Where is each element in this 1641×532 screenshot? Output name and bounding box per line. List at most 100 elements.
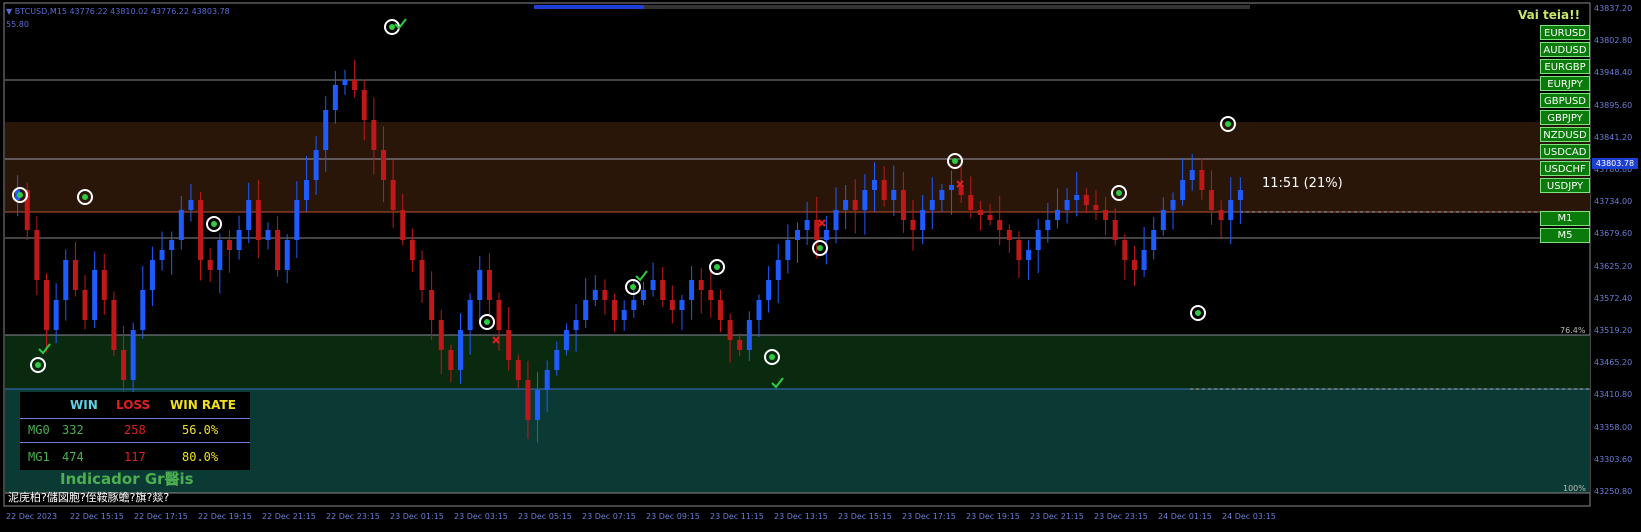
stats-header-winrate: WIN RATE (170, 398, 236, 412)
symbol-button-gbpusd[interactable]: GBPUSD (1540, 93, 1590, 108)
time-axis-label: 23 Dec 01:15 (390, 512, 444, 521)
fib-100-label: 100% (1563, 484, 1586, 493)
candle-body (159, 250, 165, 260)
candle-body (1151, 230, 1157, 250)
timeframe-button-m5[interactable]: M5 (1540, 228, 1590, 243)
candle-body (458, 330, 464, 370)
candle-body (640, 290, 646, 300)
candle-body (987, 215, 993, 220)
stats-divider (20, 442, 250, 443)
candle-body (1035, 230, 1041, 250)
candle-body (554, 350, 560, 370)
candle-body (44, 280, 50, 330)
candle-body (650, 280, 656, 290)
candle-body (332, 85, 338, 110)
candle-body (1093, 205, 1099, 210)
candle-body (1160, 210, 1166, 230)
price-axis-label: 43358.00 (1594, 422, 1633, 432)
stats-panel: WIN LOSS WIN RATE MG0 332 258 56.0% MG1 … (20, 392, 250, 470)
price-axis-label: 43895.60 (1594, 100, 1633, 110)
candle-body (92, 270, 98, 320)
candle-body (371, 120, 377, 150)
candle-body (1189, 170, 1195, 180)
candle-body (294, 200, 300, 240)
stats-divider (20, 418, 250, 419)
candle-body (756, 300, 762, 320)
time-axis-label: 23 Dec 05:15 (518, 512, 572, 521)
candle-body (535, 390, 541, 420)
vai-teia-label: Vai teia!! (1518, 8, 1581, 22)
time-axis-label: 22 Dec 21:15 (262, 512, 316, 521)
candle-body (746, 320, 752, 350)
candle-body (198, 200, 204, 260)
candle-body (409, 240, 415, 260)
candle-body (121, 350, 127, 380)
candle-body (1064, 200, 1070, 210)
candle-body (1103, 210, 1109, 220)
fib-76-label: 76.4% (1560, 326, 1586, 335)
candle-body (698, 280, 704, 290)
time-axis-label: 23 Dec 07:15 (582, 512, 636, 521)
candle-body (284, 240, 290, 270)
symbol-button-nzdusd[interactable]: NZDUSD (1540, 127, 1590, 142)
symbol-button-audusd[interactable]: AUDUSD (1540, 42, 1590, 57)
candle-body (852, 200, 858, 210)
price-axis-label: 43572.40 (1594, 293, 1633, 303)
candle-body (1170, 200, 1176, 210)
candle-body (1237, 190, 1243, 200)
symbol-button-eurjpy[interactable]: EURJPY (1540, 76, 1590, 91)
stats-row-rate: 56.0% (182, 423, 219, 437)
candle-body (794, 230, 800, 240)
price-axis-label: 43841.20 (1594, 132, 1633, 142)
resistance-zone (5, 122, 1590, 212)
indicator-footer-text: 泥庑柏?儲図胞?侄鞍豚蟾?旗?燚? (8, 491, 170, 504)
fib-zone (5, 335, 1590, 389)
candle-body (602, 290, 608, 300)
candle-body (169, 240, 175, 250)
candle-body (843, 200, 849, 210)
candle-body (1054, 210, 1060, 220)
candle-body (1228, 200, 1234, 220)
time-axis-label: 23 Dec 17:15 (902, 512, 956, 521)
price-axis-label: 43948.40 (1594, 68, 1633, 78)
symbol-button-eurusd[interactable]: EURUSD (1540, 25, 1590, 40)
candle-body (592, 290, 598, 300)
candle-body (814, 220, 820, 240)
symbol-button-eurgbp[interactable]: EURGBP (1540, 59, 1590, 74)
candle-body (669, 300, 675, 310)
candle-body (881, 180, 887, 200)
candle-body (323, 110, 329, 150)
price-axis-label: 43303.60 (1594, 454, 1633, 464)
symbol-button-usdchf[interactable]: USDCHF (1540, 161, 1590, 176)
time-axis-label: 23 Dec 13:15 (774, 512, 828, 521)
candle-body (660, 280, 666, 300)
time-axis-label: 24 Dec 03:15 (1222, 512, 1276, 521)
candle-body (631, 300, 637, 310)
time-axis-label: 22 Dec 19:15 (198, 512, 252, 521)
symbol-button-usdjpy[interactable]: USDJPY (1540, 178, 1590, 193)
candle-body (775, 260, 781, 280)
price-axis-label: 43837.20 (1594, 4, 1633, 13)
stats-row-rate: 80.0% (182, 450, 219, 464)
candle-body (82, 290, 88, 320)
candle-body (968, 195, 974, 210)
candle-body (920, 210, 926, 230)
symbol-button-usdcad[interactable]: USDCAD (1540, 144, 1590, 159)
time-axis-label: 23 Dec 09:15 (646, 512, 700, 521)
candle-body (872, 180, 878, 190)
timeframe-button-m1[interactable]: M1 (1540, 211, 1590, 226)
candle-body (1026, 250, 1032, 260)
symbol-button-gbpjpy[interactable]: GBPJPY (1540, 110, 1590, 125)
candle-body (823, 230, 829, 240)
symbol-header: ▼ BTCUSD,M15 43776.22 43810.02 43776.22 … (6, 7, 230, 16)
candle-body (1045, 220, 1051, 230)
price-axis-label: 43625.20 (1594, 261, 1633, 271)
candle-body (910, 220, 916, 230)
candle-body (255, 200, 261, 240)
candle-body (275, 230, 281, 270)
candle-body (1006, 230, 1012, 240)
price-axis-label: 43519.20 (1594, 326, 1633, 335)
time-axis-label: 23 Dec 19:15 (966, 512, 1020, 521)
time-axis-label: 23 Dec 15:15 (838, 512, 892, 521)
candle-body (612, 300, 618, 320)
